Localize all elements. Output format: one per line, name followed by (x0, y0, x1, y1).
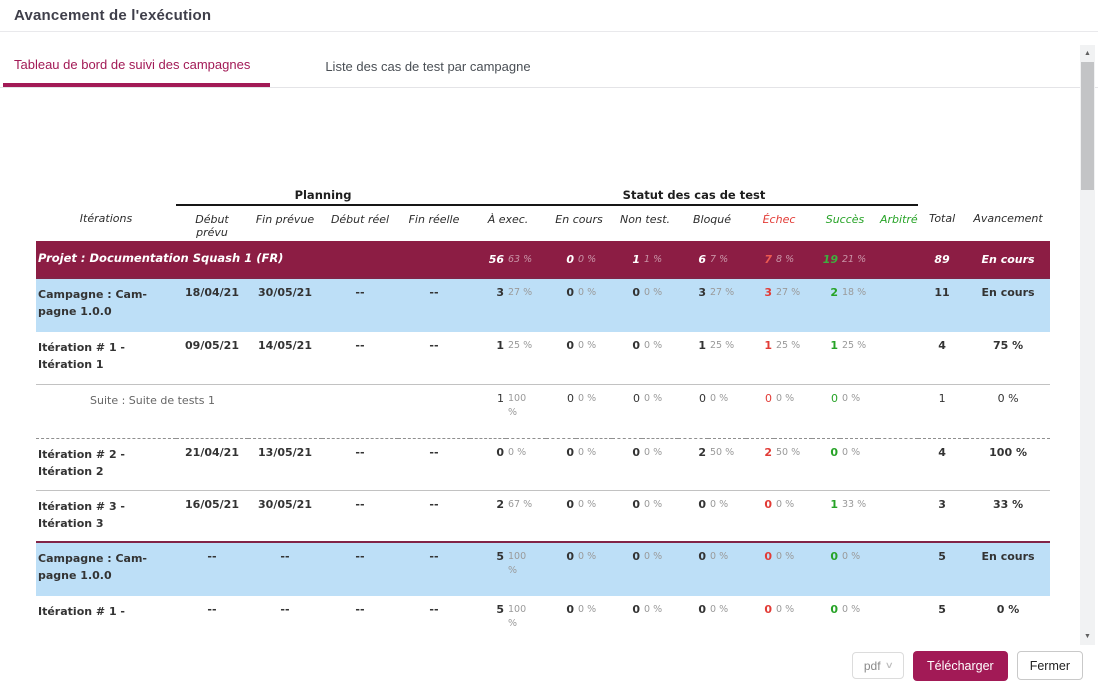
col-header-iterations: Itérations (36, 205, 176, 241)
chevron-down-icon: ∨ (884, 660, 893, 671)
row-label: Itération # 2 - Itération 2 (36, 438, 176, 490)
table-row: Campagne : Cam- pagne 1.0.018/04/2130/05… (36, 278, 1050, 332)
execution-progress-dialog: Avancement de l'exécution Tableau de bor… (0, 0, 1098, 686)
table-row: Campagne : Cam- pagne 1.0.0--------5100 … (36, 542, 1050, 596)
col-header-start-actual: Début réel (322, 205, 398, 241)
table-body: Projet : Documentation Squash 1 (FR)5663… (36, 241, 1050, 645)
dialog-title: Avancement de l'exécution (14, 7, 211, 24)
scroll-down-icon[interactable]: ▼ (1080, 629, 1095, 644)
campaign-tracking-table: Planning Statut des cas de test Itératio… (36, 181, 1050, 645)
row-label: Suite : Suite de tests 1 (36, 384, 470, 438)
row-label: Projet : Documentation Squash 1 (FR) (36, 241, 470, 278)
download-button[interactable]: Télécharger (913, 651, 1008, 681)
tab-test-case-list[interactable]: Liste des cas de test par campagne (314, 46, 550, 87)
row-label: Itération # 1 - (36, 596, 176, 645)
scrollbar[interactable]: ▲ ▼ (1080, 45, 1095, 645)
col-header-start-planned: Début prévu (176, 205, 248, 241)
col-header-success: Succès (812, 205, 878, 241)
scrollbar-thumb[interactable] (1081, 62, 1094, 190)
col-header-failure: Échec (746, 205, 812, 241)
group-header-planning: Planning (176, 181, 470, 205)
group-header-status: Statut des cas de test (470, 181, 918, 205)
row-label: Campagne : Cam- pagne 1.0.0 (36, 542, 176, 596)
table-row: Itération # 2 - Itération 221/04/2113/05… (36, 438, 1050, 490)
column-header-row: Itérations Début prévu Fin prévue Début … (36, 205, 1050, 241)
col-header-settled: Arbitré (878, 205, 918, 241)
row-label: Campagne : Cam- pagne 1.0.0 (36, 278, 176, 332)
col-header-end-actual: Fin réelle (398, 205, 470, 241)
col-header-to-exec: À exec. (470, 205, 546, 241)
dashboard-content: Planning Statut des cas de test Itératio… (0, 89, 1080, 645)
table-row: Projet : Documentation Squash 1 (FR)5663… (36, 241, 1050, 278)
format-select[interactable]: pdf ∨ (852, 652, 904, 679)
col-header-blocked: Bloqué (678, 205, 746, 241)
group-header-row: Planning Statut des cas de test (36, 181, 1050, 205)
table-row: Itération # 3 - Itération 316/05/2130/05… (36, 490, 1050, 542)
col-header-total: Total (918, 205, 966, 241)
table-row: Itération # 1 - Itération 109/05/2114/05… (36, 332, 1050, 384)
table-row: Suite : Suite de tests 11100 %00 %00 %00… (36, 384, 1050, 438)
dialog-header: Avancement de l'exécution (0, 0, 1098, 32)
col-header-in-progress: En cours (546, 205, 612, 241)
col-header-end-planned: Fin prévue (248, 205, 322, 241)
dialog-footer: pdf ∨ Télécharger Fermer (0, 645, 1098, 686)
tab-campaign-dashboard[interactable]: Tableau de bord de suivi des campagnes (3, 46, 270, 87)
close-button[interactable]: Fermer (1017, 651, 1083, 680)
col-header-progress: Avancement (966, 205, 1050, 241)
row-label: Itération # 1 - Itération 1 (36, 332, 176, 384)
tab-bar: Tableau de bord de suivi des campagnes L… (0, 46, 1098, 88)
col-header-not-tested: Non test. (612, 205, 678, 241)
row-label: Itération # 3 - Itération 3 (36, 490, 176, 542)
scroll-up-icon[interactable]: ▲ (1080, 46, 1095, 61)
format-select-value: pdf (864, 659, 881, 673)
table-row: Itération # 1 ---------5100 %00 %00 %00 … (36, 596, 1050, 645)
